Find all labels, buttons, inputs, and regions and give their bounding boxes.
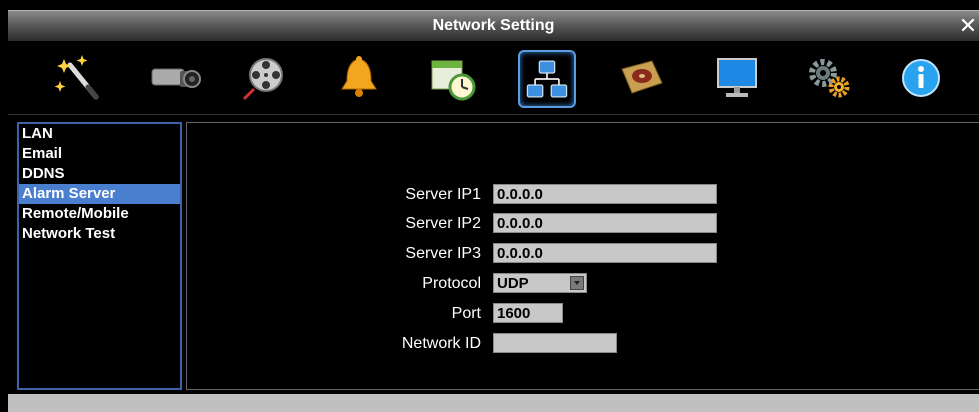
sidebar-item-email[interactable]: Email (19, 144, 180, 164)
server-ip3-field[interactable]: 0.0.0.0 (493, 243, 717, 263)
server-ip2-row: Server IP2 (187, 213, 481, 235)
network-menu-sidebar: LAN Email DDNS Alarm Server Remote/Mobil… (17, 122, 182, 390)
sidebar-item-alarm-server[interactable]: Alarm Server (19, 184, 180, 204)
close-icon[interactable]: ✕ (957, 15, 979, 37)
film-reel-icon[interactable] (236, 49, 294, 107)
network-id-label: Network ID (401, 335, 481, 352)
port-field[interactable]: 1600 (493, 303, 563, 323)
server-ip3-row: Server IP3 (187, 243, 481, 265)
alarm-bell-icon[interactable] (330, 49, 388, 107)
server-ip2-label: Server IP2 (405, 215, 481, 232)
sidebar-item-ddns[interactable]: DDNS (19, 164, 180, 184)
port-label: Port (451, 305, 481, 322)
port-row: Port (187, 303, 481, 325)
protocol-value: UDP (497, 275, 529, 292)
hard-disk-icon[interactable] (612, 49, 670, 107)
protocol-label: Protocol (422, 275, 481, 292)
gear-settings-icon[interactable] (800, 49, 858, 107)
network-id-row: Network ID (187, 333, 481, 355)
protocol-row: Protocol (187, 273, 481, 295)
network-id-field[interactable] (493, 333, 617, 353)
monitor-icon[interactable] (708, 49, 766, 107)
title-bar: Network Setting ✕ (8, 10, 979, 41)
server-ip2-field[interactable]: 0.0.0.0 (493, 213, 717, 233)
wizard-wand-icon[interactable] (50, 49, 108, 107)
settings-toolbar (8, 42, 979, 115)
network-setting-window: Network Setting ✕ LAN Email DDNS Alarm S… (0, 0, 979, 412)
chevron-down-icon[interactable] (570, 276, 584, 290)
sidebar-item-lan[interactable]: LAN (19, 124, 180, 144)
protocol-select[interactable]: UDP (493, 273, 587, 293)
sidebar-item-remote-mobile[interactable]: Remote/Mobile (19, 204, 180, 224)
server-ip1-row: Server IP1 (187, 184, 481, 206)
server-ip1-field[interactable]: 0.0.0.0 (493, 184, 717, 204)
server-ip3-label: Server IP3 (405, 245, 481, 262)
network-icon[interactable] (518, 50, 576, 108)
info-icon[interactable] (892, 49, 950, 107)
sidebar-item-network-test[interactable]: Network Test (19, 224, 180, 244)
status-bar (8, 394, 979, 412)
window-title: Network Setting (432, 17, 555, 34)
server-ip1-label: Server IP1 (405, 186, 481, 203)
camera-icon[interactable] (146, 49, 204, 107)
schedule-clock-icon[interactable] (424, 49, 482, 107)
alarm-server-panel: Server IP1 0.0.0.0 Server IP2 0.0.0.0 Se… (186, 122, 979, 390)
